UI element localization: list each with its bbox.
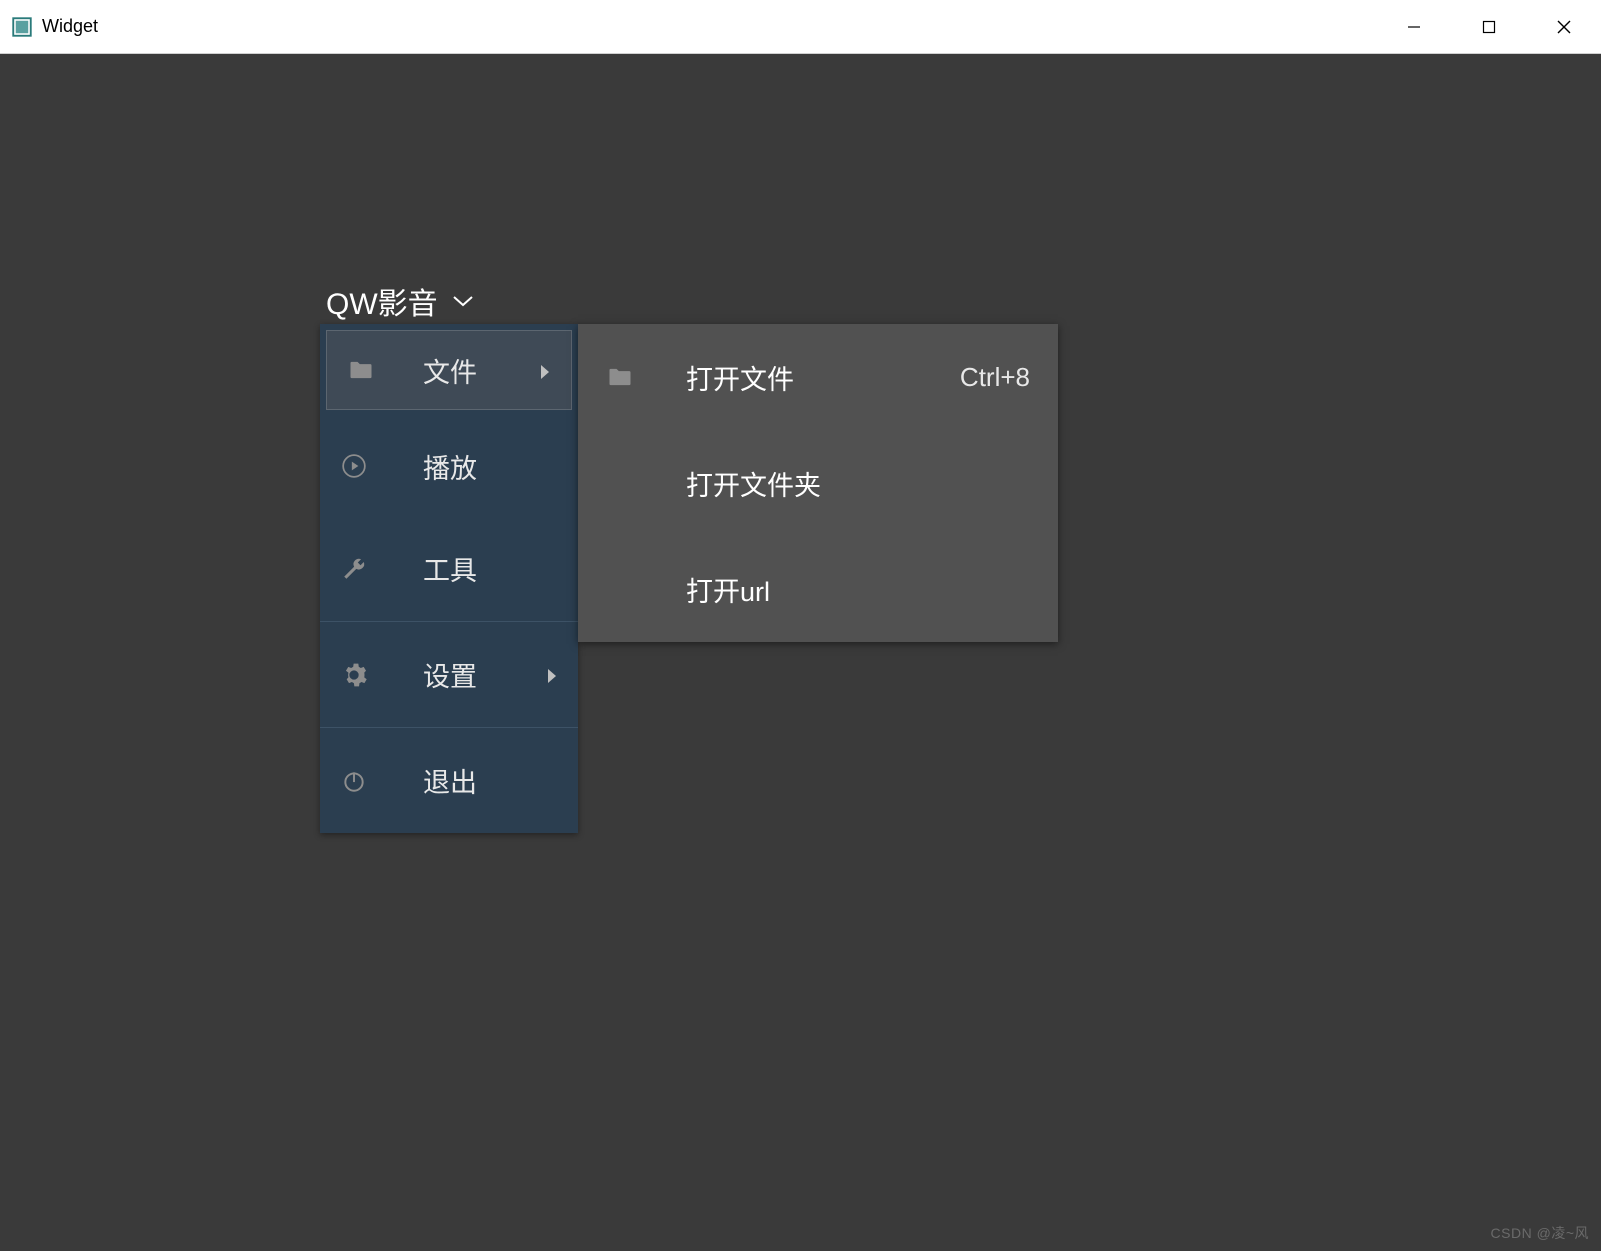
menu-item-exit[interactable]: 退出 [320, 728, 578, 833]
play-icon [336, 453, 372, 479]
maximize-button[interactable] [1451, 0, 1526, 53]
menu-item-settings[interactable]: 设置 [320, 622, 578, 727]
brand-label: QW影音 [326, 279, 438, 323]
submenu-file: 打开文件 Ctrl+8 打开文件夹 打开url [578, 324, 1058, 642]
window-titlebar: Widget [0, 0, 1601, 54]
menu-item-play[interactable]: 播放 [320, 416, 578, 516]
menu-label: 设置 [372, 655, 548, 694]
window-controls [1376, 0, 1601, 53]
watermark: CSDN @凌~风 [1491, 1223, 1589, 1243]
app-body: QW影音 文件 播放 工具 [0, 54, 1601, 1251]
menu-label: 工具 [372, 549, 548, 588]
power-icon [336, 768, 372, 794]
folder-icon [343, 356, 379, 384]
menu-label: 退出 [372, 761, 548, 800]
submenu-label: 打开文件 [656, 358, 960, 397]
menu-item-file[interactable]: 文件 [326, 330, 572, 410]
menu-item-tools[interactable]: 工具 [320, 516, 578, 621]
close-button[interactable] [1526, 0, 1601, 53]
brand-dropdown[interactable]: QW影音 [326, 279, 474, 323]
minimize-button[interactable] [1376, 0, 1451, 53]
submenu-item-open-url[interactable]: 打开url [578, 536, 1058, 642]
submenu-item-open-folder[interactable]: 打开文件夹 [578, 430, 1058, 536]
submenu-label: 打开url [656, 570, 1030, 609]
menu-label: 播放 [372, 447, 548, 486]
app-icon [10, 15, 34, 39]
submenu-shortcut: Ctrl+8 [960, 362, 1030, 393]
chevron-right-icon [541, 355, 555, 386]
wrench-icon [336, 556, 372, 582]
gear-icon [336, 661, 372, 689]
chevron-down-icon [452, 295, 474, 307]
submenu-label: 打开文件夹 [656, 464, 1030, 503]
window-title: Widget [42, 16, 1376, 37]
folder-icon [606, 363, 656, 391]
menu-label: 文件 [379, 351, 541, 390]
submenu-item-open-file[interactable]: 打开文件 Ctrl+8 [578, 324, 1058, 430]
main-menu: 文件 播放 工具 设置 [320, 324, 578, 833]
chevron-right-icon [548, 659, 562, 690]
